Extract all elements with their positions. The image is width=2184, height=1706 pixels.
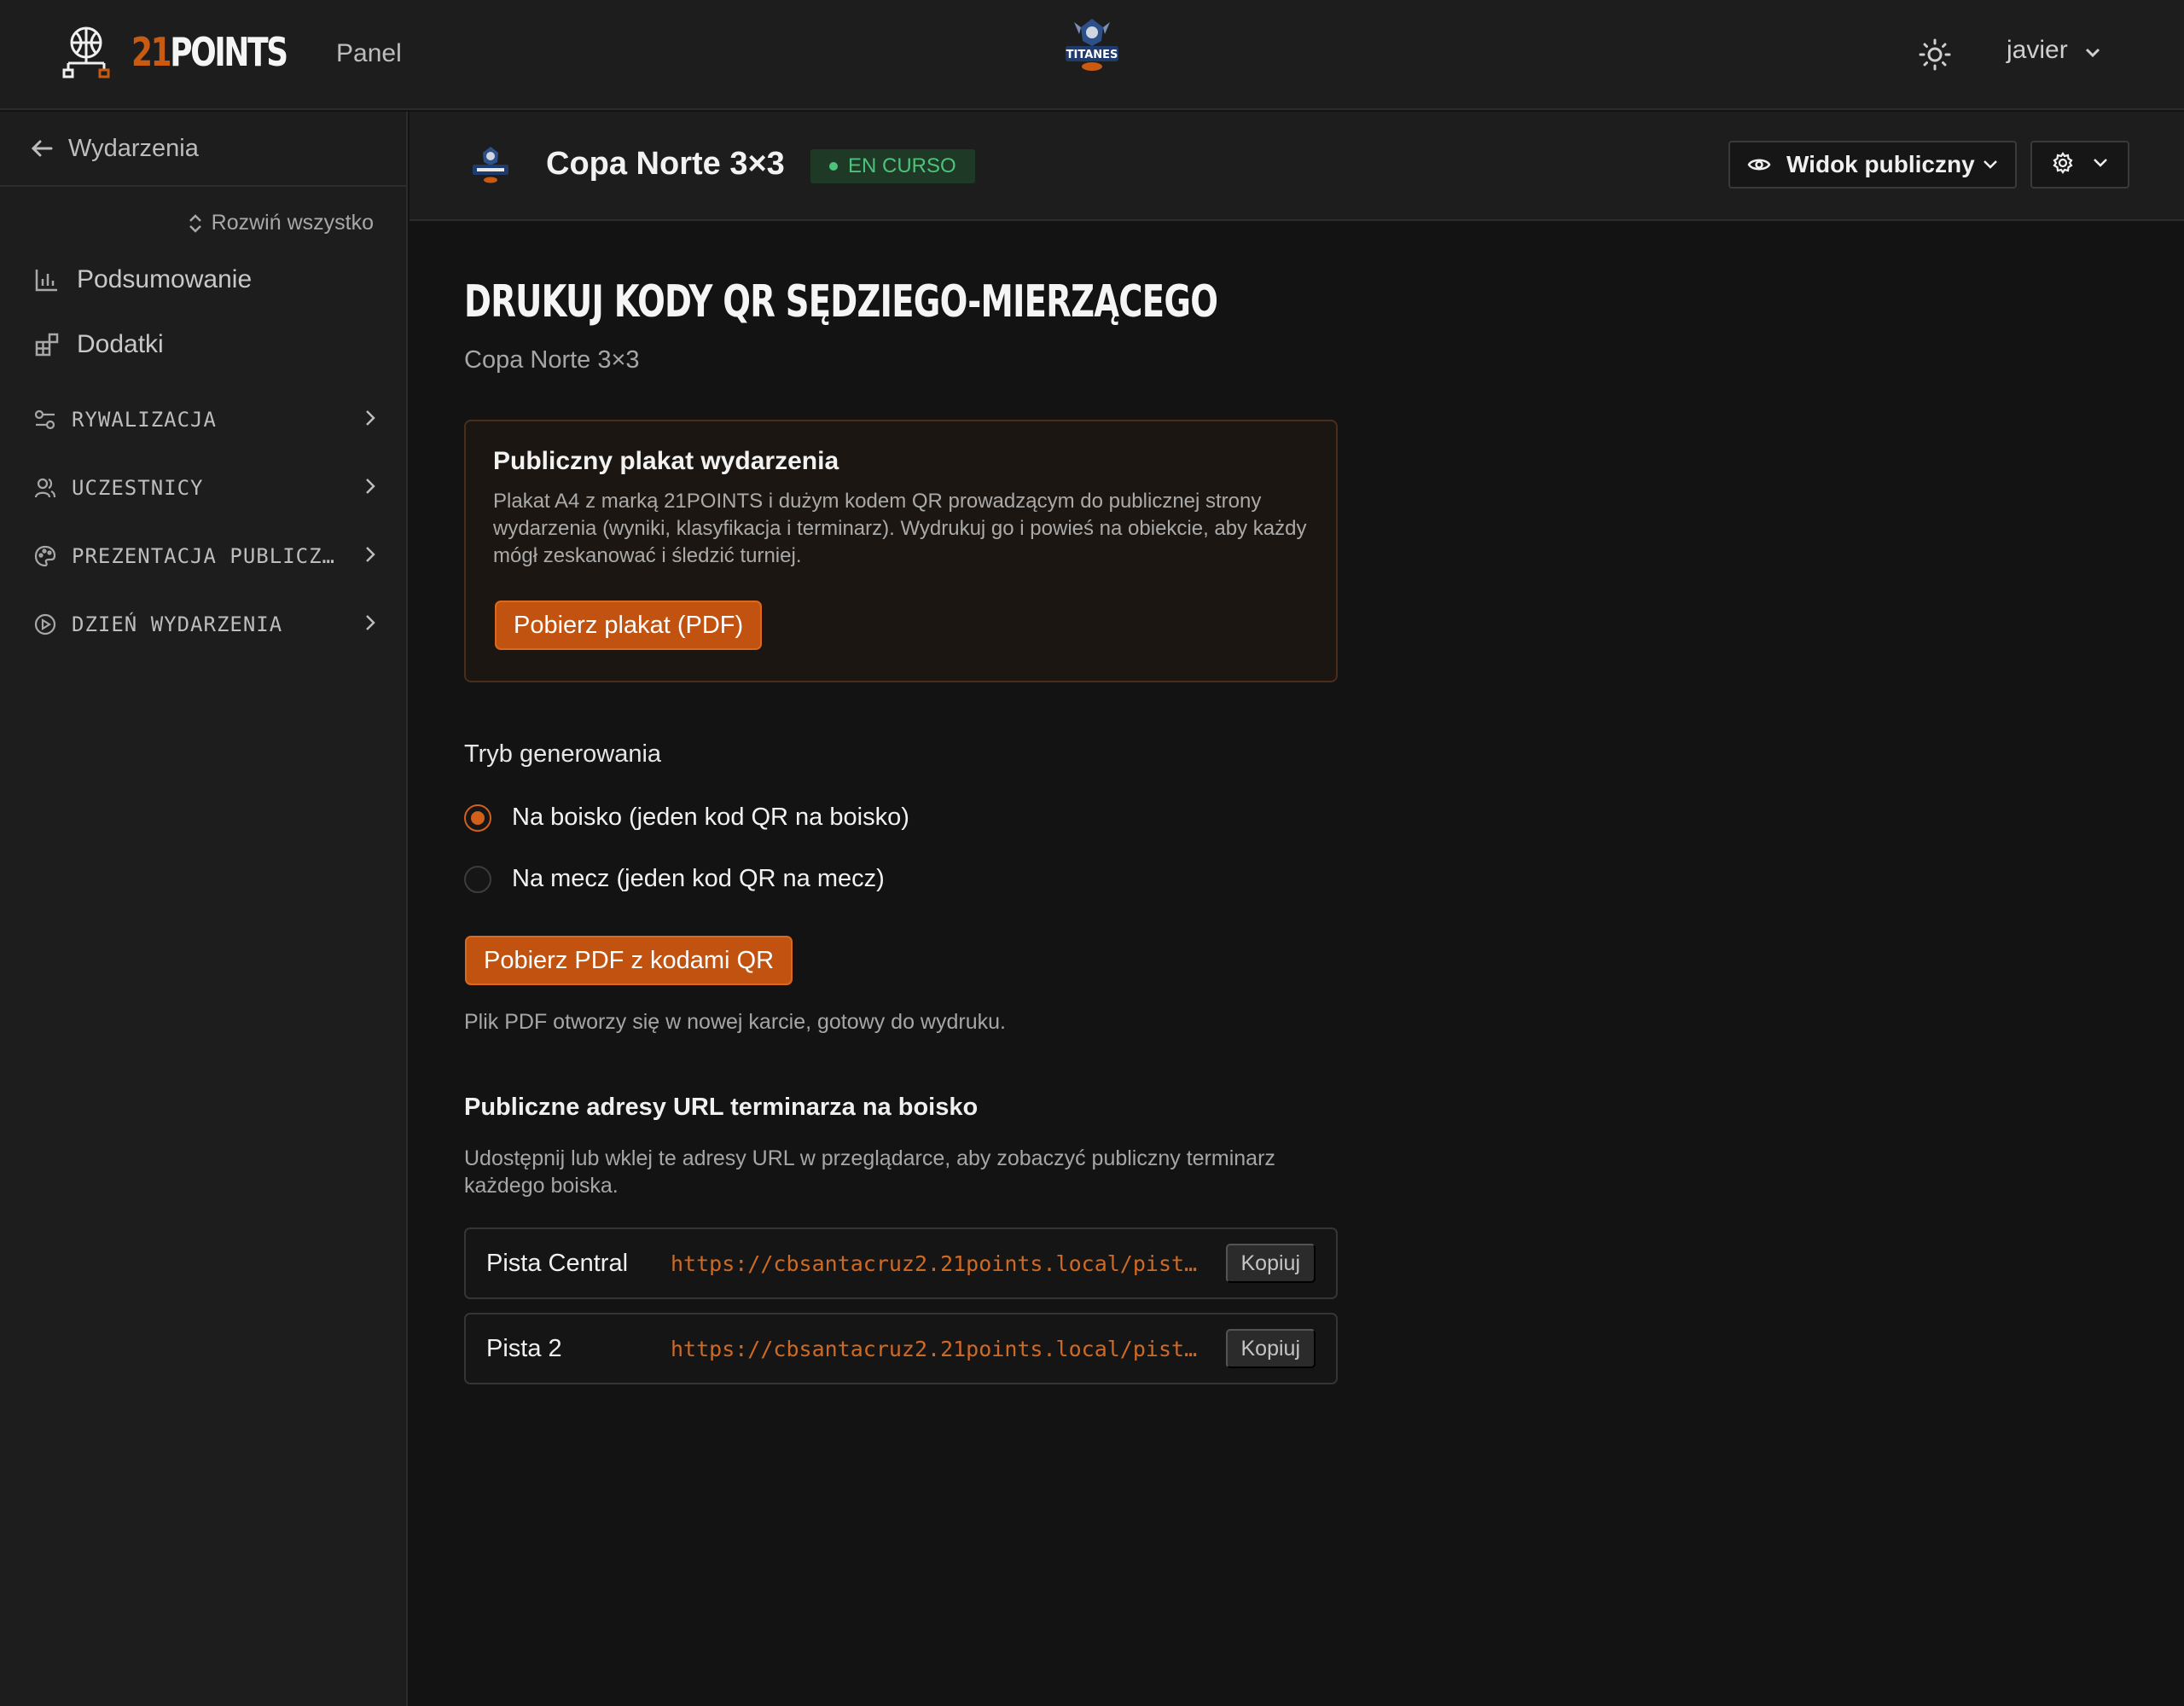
court-urls-title: Publiczne adresy URL terminarza na boisk… (464, 1094, 979, 1121)
mode-option-label: Na mecz (jeden kod QR na mecz) (512, 865, 885, 892)
chevron-right-icon (365, 408, 375, 432)
chevron-down-icon (2085, 36, 2100, 65)
arrow-left-icon (31, 140, 53, 157)
status-label: EN CURSO (848, 154, 956, 177)
sidebar-group-label: RYWALIZACJA (72, 408, 217, 432)
status-dot-icon (829, 162, 838, 171)
sidebar-group-label: PREZENTACJA PUBLICZ… (72, 544, 335, 568)
sidebar-group-label: DZIEŃ WYDARZENIA (72, 612, 283, 636)
chevrons-up-down-icon (189, 213, 201, 233)
sliders-icon (34, 409, 56, 431)
poster-description: Plakat A4 z marką 21POINTS i dużym kodem… (493, 490, 1307, 567)
court-url[interactable]: https://cbsantacruz2.21points.local/pist… (671, 1337, 1226, 1361)
sidebar-group-event-day[interactable]: DZIEŃ WYDARZENIA (34, 612, 375, 636)
top-header: 21 POINTS Panel TITANES javier (0, 0, 2184, 110)
court-url-row: Pista Central https://cbsantacruz2.21poi… (464, 1227, 1338, 1299)
chevron-down-icon (2093, 157, 2108, 172)
generation-mode-label: Tryb generowania (464, 740, 662, 768)
sidebar-group-label: UCZESTNICY (72, 476, 204, 500)
sidebar-group-participants[interactable]: UCZESTNICY (34, 476, 375, 500)
expand-all-button[interactable]: Rozwiń wszystko (188, 211, 374, 235)
brand-text: POINTS (170, 29, 288, 75)
court-name: Pista 2 (486, 1334, 562, 1362)
theme-toggle-sun-icon[interactable] (1918, 38, 1952, 72)
team-logo: TITANES (1060, 15, 1124, 79)
settings-dropdown[interactable] (2030, 141, 2129, 189)
sidebar-item-label: Podsumowanie (77, 265, 253, 293)
back-label: Wydarzenia (68, 134, 199, 162)
gear-icon (2052, 151, 2074, 178)
sidebar-item-label: Dodatki (77, 330, 164, 358)
user-menu[interactable]: javier (2007, 36, 2100, 65)
sidebar-group-public-presentation[interactable]: PREZENTACJA PUBLICZ… (34, 544, 375, 568)
sidebar-item-summary[interactable]: Podsumowanie (34, 265, 252, 294)
back-to-events-link[interactable]: Wydarzenia (0, 112, 406, 187)
public-poster-card: Publiczny plakat wydarzenia Plakat A4 z … (464, 420, 1338, 682)
mode-option-per-match[interactable]: Na mecz (jeden kod QR na mecz) (464, 865, 885, 893)
court-url-row: Pista 2 https://cbsantacruz2.21points.lo… (464, 1313, 1338, 1384)
event-title: Copa Norte 3×3 (546, 146, 785, 182)
pdf-note: Plik PDF otworzy się w nowej karcie, got… (464, 1010, 1006, 1034)
event-header: Copa Norte 3×3 EN CURSO Widok publiczny (410, 112, 2184, 221)
page-subtitle: Copa Norte 3×3 (464, 346, 640, 374)
public-view-label: Widok publiczny (1786, 151, 1975, 177)
court-name: Pista Central (486, 1249, 629, 1277)
team-logo-text: TITANES (1066, 49, 1118, 61)
event-team-logo (469, 144, 512, 189)
mode-option-per-court[interactable]: Na boisko (jeden kod QR na boisko) (464, 804, 909, 832)
court-url[interactable]: https://cbsantacruz2.21points.local/pist… (671, 1251, 1226, 1276)
court-urls-description: Udostępnij lub wklej te adresy URL w prz… (464, 1146, 1275, 1198)
play-circle-icon (34, 613, 56, 635)
sidebar-group-competition[interactable]: RYWALIZACJA (34, 408, 375, 432)
chevron-right-icon (365, 544, 375, 568)
status-badge: EN CURSO (810, 149, 975, 183)
chevron-down-icon (1983, 160, 1998, 170)
download-poster-button[interactable]: Pobierz plakat (PDF) (495, 601, 763, 650)
brand-logo[interactable]: 21 POINTS (60, 26, 330, 78)
bracket-basketball-icon (60, 26, 113, 78)
brand-number: 21 (131, 29, 172, 75)
chevron-right-icon (365, 612, 375, 636)
nav-panel-link[interactable]: Panel (336, 39, 402, 68)
users-icon (34, 477, 56, 499)
radio-button[interactable] (464, 865, 491, 893)
poster-title: Publiczny plakat wydarzenia (493, 447, 839, 475)
user-name: javier (2007, 36, 2068, 64)
bar-chart-icon (35, 270, 57, 292)
sidebar-item-addons[interactable]: Dodatki (34, 330, 164, 359)
download-qr-pdf-button[interactable]: Pobierz PDF z kodami QR (465, 936, 793, 985)
palette-icon (34, 545, 56, 567)
eye-icon (1747, 156, 1771, 173)
mode-option-label: Na boisko (jeden kod QR na boisko) (512, 804, 909, 831)
brand-wordmark: 21 POINTS (131, 29, 288, 75)
copy-url-button[interactable]: Kopiuj (1225, 1329, 1316, 1368)
expand-all-label: Rozwiń wszystko (211, 211, 374, 235)
page-title: DRUKUJ KODY QR SĘDZIEGO-MIERZĄCEGO (464, 276, 1218, 328)
chevron-right-icon (365, 476, 375, 500)
sidebar: Wydarzenia Rozwiń wszystko Podsumowanie … (0, 112, 408, 1706)
copy-url-button[interactable]: Kopiuj (1225, 1244, 1316, 1283)
public-view-dropdown[interactable]: Widok publiczny (1728, 141, 2017, 189)
blocks-icon (35, 333, 59, 357)
radio-button-checked[interactable] (464, 804, 491, 832)
